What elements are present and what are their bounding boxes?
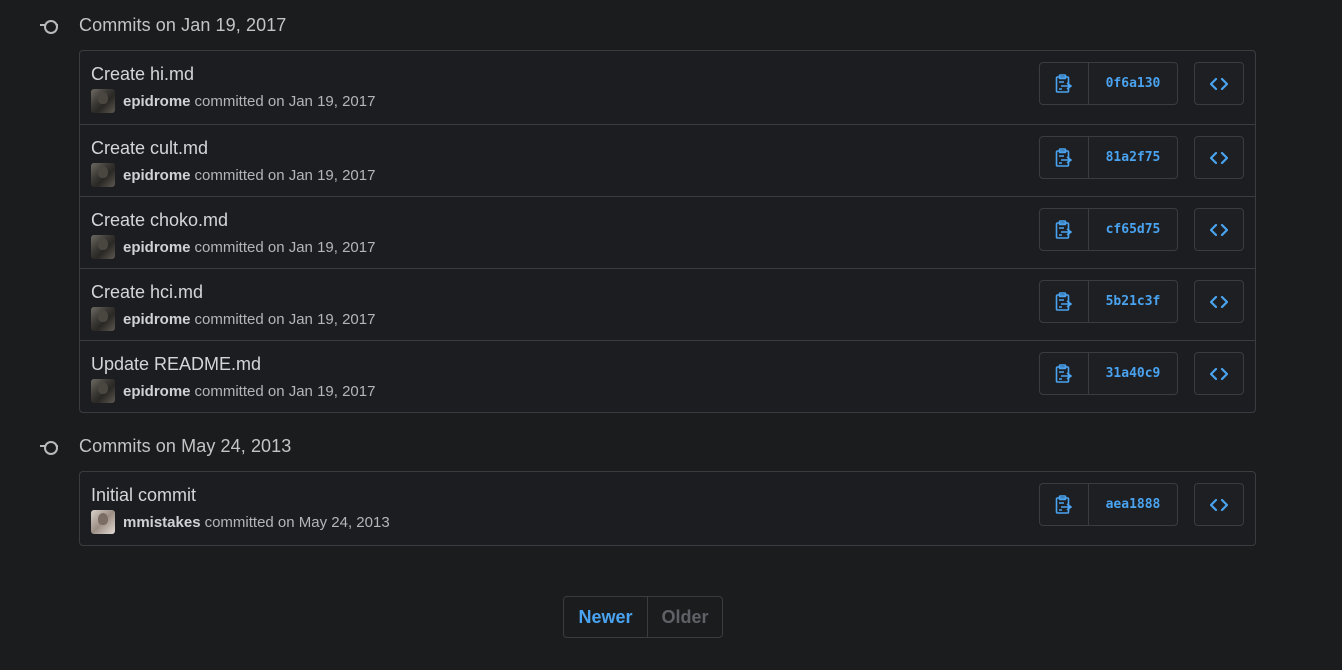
commit-list: Create hi.md epidrome committed on Jan 1… (79, 50, 1256, 413)
sha-button-group: 81a2f75 (1039, 136, 1178, 179)
commit-row: Create choko.md epidrome committed on Ja… (80, 196, 1255, 268)
commit-row: Create hi.md epidrome committed on Jan 1… (80, 51, 1255, 124)
avatar[interactable] (91, 89, 115, 113)
older-button: Older (661, 606, 709, 627)
browse-code-button[interactable] (1194, 208, 1244, 251)
copy-sha-button[interactable] (1040, 209, 1089, 250)
commit-group-header: Commits on May 24, 2013 (40, 434, 291, 458)
avatar[interactable] (91, 163, 115, 187)
copy-sha-button[interactable] (1040, 281, 1089, 322)
author-link[interactable]: epidrome (123, 167, 191, 184)
browse-code-button[interactable] (1194, 483, 1244, 526)
sha-button-group: 5b21c3f (1039, 280, 1178, 323)
commit-meta: epidrome committed on Jan 19, 2017 (91, 89, 375, 113)
commit-message-link[interactable]: Create cult.md (91, 138, 208, 159)
code-icon (1210, 367, 1228, 380)
commit-date: committed on Jan 19, 2017 (194, 238, 376, 256)
commit-group-title: Commits on Jan 19, 2017 (79, 14, 287, 35)
avatar[interactable] (91, 379, 115, 403)
commit-message-link[interactable]: Create hi.md (91, 64, 194, 85)
avatar[interactable] (91, 510, 115, 534)
commit-sha-link[interactable]: 81a2f75 (1089, 137, 1177, 178)
author-link[interactable]: epidrome (123, 93, 191, 110)
copy-sha-button[interactable] (1040, 63, 1089, 104)
code-icon (1210, 498, 1228, 511)
sha-button-group: cf65d75 (1039, 208, 1178, 251)
avatar[interactable] (91, 235, 115, 259)
sha-button-group: aea1888 (1039, 483, 1178, 526)
browse-code-button[interactable] (1194, 352, 1244, 395)
commit-group-header: Commits on Jan 19, 2017 (40, 13, 286, 37)
sha-button-group: 0f6a130 (1039, 62, 1178, 105)
copy-sha-button[interactable] (1040, 353, 1089, 394)
browse-code-button[interactable] (1194, 280, 1244, 323)
commit-sha-link[interactable]: 5b21c3f (1089, 281, 1177, 322)
code-icon (1210, 295, 1228, 308)
commit-meta: epidrome committed on Jan 19, 2017 (91, 379, 375, 403)
code-icon (1210, 223, 1228, 236)
browse-code-button[interactable] (1194, 62, 1244, 105)
clippy-icon (1055, 147, 1073, 167)
commit-group-title: Commits on May 24, 2013 (79, 435, 292, 456)
git-commit-icon (40, 19, 58, 34)
commit-message-link[interactable]: Create choko.md (91, 210, 228, 231)
commit-meta: epidrome committed on Jan 19, 2017 (91, 307, 375, 331)
commit-list: Initial commit mmistakes committed on Ma… (79, 471, 1256, 546)
commit-message-link[interactable]: Create hci.md (91, 282, 203, 303)
sha-button-group: 31a40c9 (1039, 352, 1178, 395)
commit-date: committed on Jan 19, 2017 (194, 382, 376, 400)
commit-date: committed on Jan 19, 2017 (194, 166, 376, 184)
code-icon (1210, 151, 1228, 164)
pagination: Newer Older (563, 596, 723, 638)
commit-row: Create hci.md epidrome committed on Jan … (80, 268, 1255, 340)
commit-sha-link[interactable]: aea1888 (1089, 484, 1177, 525)
clippy-icon (1055, 219, 1073, 239)
code-icon (1210, 77, 1228, 90)
copy-sha-button[interactable] (1040, 484, 1089, 525)
clippy-icon (1055, 494, 1073, 514)
clippy-icon (1055, 291, 1073, 311)
commit-message-link[interactable]: Initial commit (91, 485, 196, 506)
commit-sha-link[interactable]: cf65d75 (1089, 209, 1177, 250)
author-link[interactable]: epidrome (123, 383, 191, 400)
commit-history-page: Commits on Jan 19, 2017 Create hi.md epi… (0, 0, 1342, 670)
commit-meta: epidrome committed on Jan 19, 2017 (91, 235, 375, 259)
browse-code-button[interactable] (1194, 136, 1244, 179)
commit-date: committed on Jan 19, 2017 (194, 92, 376, 110)
author-link[interactable]: epidrome (123, 311, 191, 328)
commit-date: committed on Jan 19, 2017 (194, 310, 376, 328)
commit-row: Update README.md epidrome committed on J… (80, 340, 1255, 412)
commit-row: Create cult.md epidrome committed on Jan… (80, 124, 1255, 196)
author-link[interactable]: epidrome (123, 239, 191, 256)
commit-message-link[interactable]: Update README.md (91, 354, 261, 375)
avatar[interactable] (91, 307, 115, 331)
clippy-icon (1055, 73, 1073, 93)
commit-meta: mmistakes committed on May 24, 2013 (91, 510, 390, 534)
git-commit-icon (40, 440, 58, 455)
commit-row: Initial commit mmistakes committed on Ma… (80, 472, 1255, 545)
copy-sha-button[interactable] (1040, 137, 1089, 178)
author-link[interactable]: mmistakes (123, 514, 201, 531)
commit-sha-link[interactable]: 31a40c9 (1089, 353, 1177, 394)
clippy-icon (1055, 363, 1073, 383)
commit-sha-link[interactable]: 0f6a130 (1089, 63, 1177, 104)
commit-date: committed on May 24, 2013 (204, 513, 390, 531)
commit-meta: epidrome committed on Jan 19, 2017 (91, 163, 375, 187)
newer-button[interactable]: Newer (564, 597, 648, 637)
